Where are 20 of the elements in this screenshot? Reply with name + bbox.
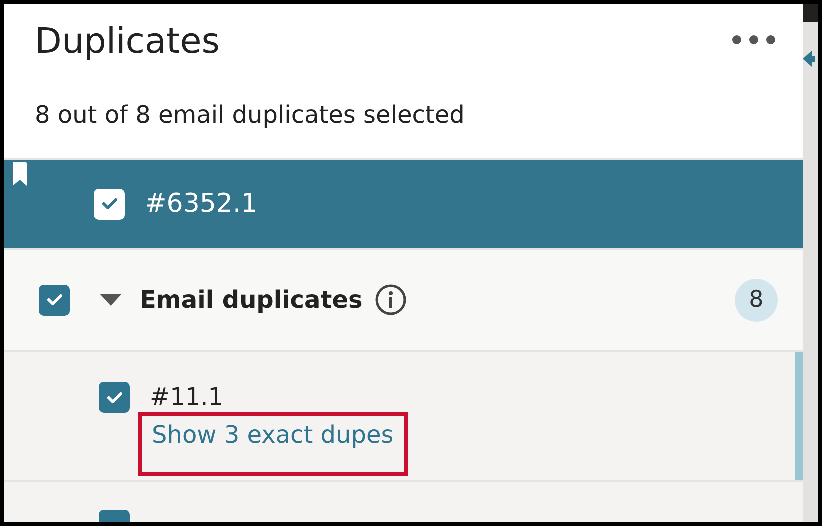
checkmark-icon — [106, 392, 122, 404]
scrollbar-thumb[interactable] — [795, 352, 803, 480]
count-badge: 8 — [735, 278, 778, 322]
checkbox[interactable] — [99, 382, 130, 413]
more-icon — [732, 35, 776, 45]
current-record-row[interactable]: #6352.1 — [4, 160, 803, 248]
checkbox[interactable] — [99, 510, 130, 522]
arrow-left-icon[interactable] — [803, 50, 815, 68]
checkmark-icon — [102, 198, 118, 210]
info-icon[interactable] — [374, 284, 407, 316]
checkbox[interactable] — [94, 188, 125, 220]
caret-icon[interactable] — [100, 294, 122, 306]
checkmark-icon — [46, 294, 62, 306]
show-dupes-link[interactable]: Show 3 exact dupes — [138, 412, 408, 476]
selection-summary: 8 out of 8 email duplicates selected — [35, 100, 465, 129]
record-id: #11.1 — [150, 382, 225, 412]
record-id: #6352.1 — [145, 188, 258, 220]
panel-title: Duplicates — [35, 21, 220, 64]
group-label: Email duplicates — [140, 285, 363, 316]
checkbox[interactable] — [39, 284, 70, 316]
